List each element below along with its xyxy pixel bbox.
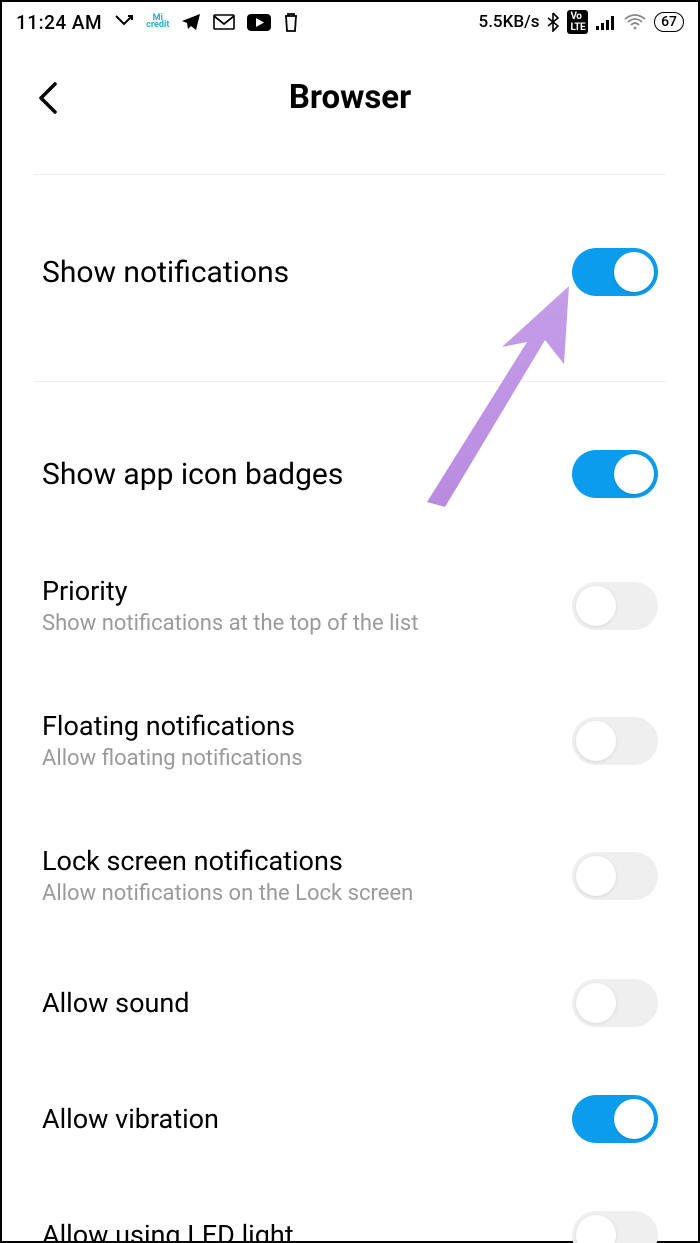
chevron-left-icon [36, 80, 60, 116]
row-show-notifications[interactable]: Show notifications [2, 235, 698, 309]
page-title: Browser [289, 78, 411, 117]
data-rate: 5.5KB/s [479, 12, 540, 32]
page-header: Browser [2, 42, 698, 152]
row-label: Allow sound [42, 987, 190, 1019]
volte-icon: VoLTE [567, 10, 588, 34]
row-allow-sound[interactable]: Allow sound [2, 966, 698, 1040]
youtube-icon [247, 14, 271, 31]
telegram-icon [181, 13, 201, 31]
gmail-icon [213, 14, 235, 30]
toggle-floating[interactable] [572, 717, 658, 765]
row-priority[interactable]: Priority Show notifications at the top o… [2, 553, 698, 658]
wifi-icon [624, 14, 646, 30]
row-lock-screen[interactable]: Lock screen notifications Allow notifica… [2, 823, 698, 928]
row-show-badges[interactable]: Show app icon badges [2, 437, 698, 511]
toggle-show-badges[interactable] [572, 450, 658, 498]
row-label: Show app icon badges [42, 457, 343, 492]
row-label: Floating notifications [42, 710, 303, 742]
row-label: Allow vibration [42, 1103, 219, 1135]
status-bar: 11:24 AM Micredit 5.5KB/s VoLTE [2, 2, 698, 42]
trash-icon [283, 12, 299, 32]
bluetooth-icon [547, 12, 559, 32]
mi-credit-icon: Micredit [146, 15, 169, 29]
row-sublabel: Allow notifications on the Lock screen [42, 881, 413, 906]
row-allow-vibration[interactable]: Allow vibration [2, 1082, 698, 1156]
row-allow-led[interactable]: Allow using LED light [2, 1198, 698, 1243]
row-label: Lock screen notifications [42, 845, 413, 877]
toggle-lock-screen[interactable] [572, 852, 658, 900]
toggle-allow-led[interactable] [572, 1211, 658, 1243]
toggle-allow-sound[interactable] [572, 979, 658, 1027]
battery-indicator: 67 [654, 12, 684, 32]
signal-icon [596, 14, 616, 30]
back-button[interactable] [36, 80, 60, 120]
row-label: Allow using LED light [42, 1219, 294, 1243]
row-sublabel: Show notifications at the top of the lis… [42, 611, 418, 636]
row-floating[interactable]: Floating notifications Allow floating no… [2, 688, 698, 793]
toggle-show-notifications[interactable] [572, 248, 658, 296]
row-label: Priority [42, 575, 418, 607]
status-time: 11:24 AM [16, 11, 102, 34]
row-sublabel: Allow floating notifications [42, 746, 303, 771]
missed-call-icon [114, 14, 134, 30]
toggle-allow-vibration[interactable] [572, 1095, 658, 1143]
row-label: Show notifications [42, 255, 289, 290]
toggle-priority[interactable] [572, 582, 658, 630]
